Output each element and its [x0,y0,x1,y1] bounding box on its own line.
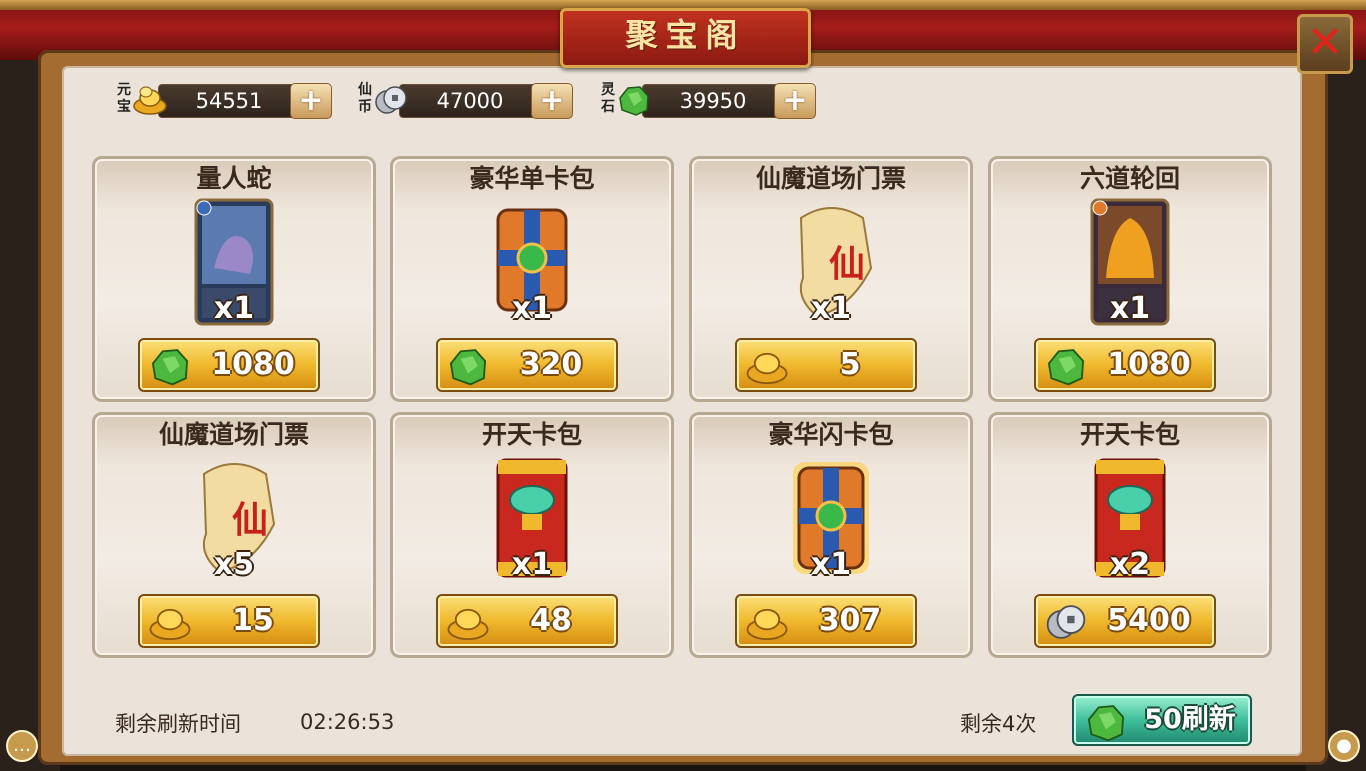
refresh-time-label: 剩余刷新时间 [115,712,241,736]
buy-button[interactable]: 5400 [1034,594,1216,648]
chat-icon: … [13,735,31,756]
item-name: 开天卡包 [1079,420,1180,449]
item-price: 307 [818,603,882,638]
shop-item-card[interactable]: 六道轮回 x1 1080 [988,156,1272,402]
jade-stone-icon [1087,705,1125,742]
chat-button[interactable]: … [6,730,38,762]
shop-item-card[interactable]: 豪华闪卡包 x1 307 [689,412,973,658]
currency-yuanbao: 元宝 54551 + [114,80,344,120]
item-quantity: x2 [1109,547,1151,582]
item-name: 量人蛇 [196,164,272,193]
svg-text:仙: 仙 [829,243,865,285]
shop-item-card[interactable]: 开天卡包 x1 48 [390,412,674,658]
item-price: 1080 [211,347,295,382]
jade-stone-icon [449,349,487,386]
close-button[interactable]: ✕ [1297,14,1353,74]
currency-value: 54551 [195,89,263,113]
friends-icon: ● [1336,735,1352,756]
shop-item-card[interactable]: 仙魔道场门票 仙 x5 15 [92,412,376,658]
jade-stone-icon [619,86,649,116]
currency-value: 39950 [679,89,747,113]
refresh-button-label: 50刷新 [1144,704,1236,735]
item-name: 豪华单卡包 [469,164,595,193]
currency-value: 47000 [436,89,504,113]
item-quantity: x5 [213,547,255,582]
item-quantity: x1 [511,291,553,326]
friends-button[interactable]: ● [1328,730,1360,762]
item-price: 5400 [1107,603,1191,638]
add-yuanbao-button[interactable]: + [290,83,332,119]
item-quantity: x1 [511,547,553,582]
silver-coin-icon [375,86,407,114]
item-quantity: x1 [810,291,852,326]
jade-stone-icon [1047,349,1085,386]
buy-button[interactable]: 15 [138,594,320,648]
buy-button[interactable]: 320 [436,338,618,392]
item-price: 320 [519,347,583,382]
gold-ingot-icon [133,86,167,115]
gold-ingot-icon [447,608,489,641]
currency-label: 仙币 [358,82,372,115]
gold-ingot-icon [746,352,788,385]
svg-text:仙: 仙 [232,499,268,541]
buy-button[interactable]: 1080 [138,338,320,392]
refresh-button[interactable]: 50刷新 [1072,694,1252,746]
shop-item-card[interactable]: 豪华单卡包 x1 320 [390,156,674,402]
silver-coin-icon [1046,605,1086,639]
close-icon: ✕ [1306,17,1344,68]
currency-label: 元宝 [117,82,131,115]
currency-label: 灵石 [601,82,615,115]
shop-item-card[interactable]: 量人蛇 x1 1080 [92,156,376,402]
currency-xianbi: 仙币 47000 + [355,80,585,120]
gold-ingot-icon [746,608,788,641]
jade-stone-icon [151,349,189,386]
item-name: 仙魔道场门票 [158,420,309,449]
shop-item-card[interactable]: 开天卡包 x2 5400 [988,412,1272,658]
item-quantity: x1 [810,547,852,582]
item-name: 六道轮回 [1079,164,1180,193]
item-price: 1080 [1107,347,1191,382]
item-price: 48 [530,603,572,638]
item-price: 5 [839,347,861,382]
item-quantity: x1 [213,291,255,326]
item-quantity: x1 [1109,291,1151,326]
item-price: 15 [232,603,274,638]
add-lingshi-button[interactable]: + [774,83,816,119]
buy-button[interactable]: 1080 [1034,338,1216,392]
add-xianbi-button[interactable]: + [531,83,573,119]
item-name: 豪华闪卡包 [768,420,894,449]
currency-lingshi: 灵石 39950 + [598,80,828,120]
window-title: 聚宝阁 [625,16,746,54]
buy-button[interactable]: 48 [436,594,618,648]
buy-button[interactable]: 5 [735,338,917,392]
remaining-refreshes: 剩余4次 [960,712,1037,736]
refresh-countdown: 02:26:53 [300,710,395,734]
gold-ingot-icon [149,608,191,641]
buy-button[interactable]: 307 [735,594,917,648]
shop-item-card[interactable]: 仙魔道场门票 仙 x1 5 [689,156,973,402]
item-name: 开天卡包 [481,420,582,449]
title-plate: 聚宝阁 [560,8,811,68]
item-name: 仙魔道场门票 [755,164,906,193]
